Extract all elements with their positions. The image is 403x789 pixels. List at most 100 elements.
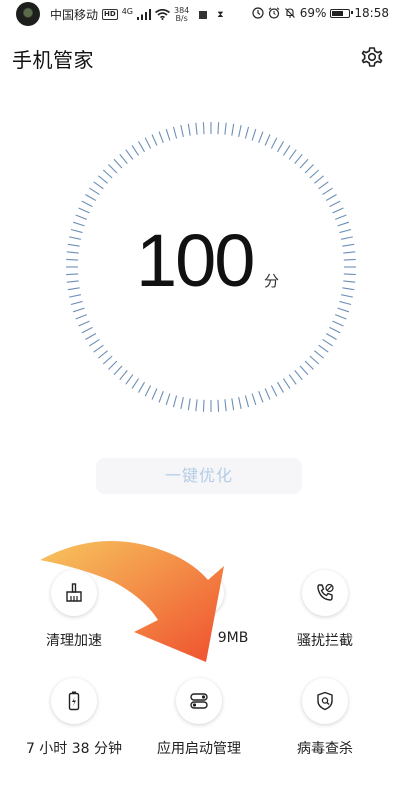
ring-tick bbox=[314, 350, 325, 359]
ring-tick bbox=[172, 126, 178, 139]
shield-search-icon bbox=[302, 678, 348, 724]
ring-tick bbox=[66, 251, 79, 254]
ring-tick bbox=[277, 381, 284, 393]
page-title: 手机管家 bbox=[12, 48, 94, 72]
ring-tick bbox=[89, 338, 100, 347]
ring-tick bbox=[309, 355, 320, 365]
status-bar: 中国移动 HD 4G 384 B/s ⧗ 69% 18:58 bbox=[0, 0, 403, 28]
ring-tick bbox=[69, 294, 82, 298]
ring-tick bbox=[81, 200, 93, 208]
ring-tick bbox=[180, 125, 184, 138]
tile-cleanup[interactable]: 清理加速 bbox=[14, 570, 134, 650]
settings-button[interactable] bbox=[359, 44, 385, 70]
ring-tick bbox=[66, 258, 79, 261]
ring-tick bbox=[72, 307, 85, 313]
ring-tick bbox=[97, 175, 108, 184]
ring-tick bbox=[72, 221, 85, 227]
toggle-switches-icon bbox=[176, 678, 222, 724]
ring-tick bbox=[342, 243, 355, 247]
battery-percent: 69% bbox=[299, 6, 327, 20]
score-unit: 分 bbox=[264, 272, 280, 290]
ring-tick bbox=[131, 145, 140, 156]
signal-icon bbox=[136, 9, 151, 20]
status-left: 中国移动 HD 4G 384 B/s ⧗ bbox=[50, 6, 224, 23]
ring-tick bbox=[93, 344, 104, 353]
ring-tick bbox=[270, 385, 278, 397]
ring-tick bbox=[339, 300, 352, 306]
ring-tick bbox=[332, 207, 344, 214]
tile-harassment-block[interactable]: 骚扰拦截 bbox=[265, 570, 385, 650]
ring-tick bbox=[288, 149, 297, 160]
ring-tick bbox=[339, 228, 352, 234]
ring-tick bbox=[138, 141, 145, 153]
ring-tick bbox=[238, 396, 242, 409]
network-speed-unit: B/s bbox=[175, 13, 188, 23]
tile-app-launch[interactable]: 应用启动管理 bbox=[139, 678, 259, 758]
tile-label: 病毒查杀 bbox=[297, 741, 353, 757]
ring-tick bbox=[195, 399, 198, 412]
ring-tick bbox=[244, 395, 250, 408]
ring-tick bbox=[78, 320, 90, 327]
ring-tick bbox=[334, 314, 347, 320]
tile-virus-scan[interactable]: 病毒查杀 bbox=[265, 678, 385, 758]
ring-tick bbox=[144, 137, 152, 149]
tile-battery[interactable]: 7 小时 38 分钟 bbox=[14, 678, 134, 758]
ring-tick bbox=[251, 128, 257, 141]
ring-tick bbox=[165, 128, 171, 141]
ring-tick bbox=[93, 181, 104, 190]
ring-tick bbox=[258, 390, 264, 403]
ring-tick bbox=[187, 398, 191, 411]
ring-tick bbox=[238, 125, 242, 138]
optimize-button[interactable]: 一键优化 bbox=[96, 458, 302, 494]
ring-tick bbox=[195, 122, 198, 135]
ring-tick bbox=[325, 194, 337, 201]
ring-tick bbox=[125, 149, 134, 160]
mute-bell-icon bbox=[284, 8, 295, 18]
ring-tick bbox=[81, 326, 93, 334]
tile-label: 骚扰拦截 bbox=[297, 633, 353, 649]
tile-label: 应用启动管理 bbox=[157, 741, 241, 757]
ring-tick bbox=[165, 393, 171, 406]
ring-tick bbox=[125, 374, 134, 385]
hd-badge: HD bbox=[102, 9, 118, 20]
ring-tick bbox=[69, 236, 82, 240]
ring-tick bbox=[342, 287, 355, 291]
tile-data-usage[interactable]: 9MB bbox=[141, 570, 261, 646]
ring-tick bbox=[337, 307, 350, 313]
ring-tick bbox=[288, 374, 297, 385]
ring-tick bbox=[75, 214, 88, 220]
ring-tick bbox=[322, 187, 333, 196]
ring-tick bbox=[264, 134, 271, 146]
ring-tick bbox=[340, 294, 353, 298]
ring-tick bbox=[294, 153, 303, 164]
ring-tick bbox=[325, 333, 337, 340]
tile-label: 9MB bbox=[217, 630, 249, 646]
ring-tick bbox=[75, 314, 88, 320]
network-type: 4G bbox=[121, 6, 133, 16]
ring-tick bbox=[251, 393, 257, 406]
ring-tick bbox=[244, 126, 250, 139]
ring-tick bbox=[202, 122, 205, 135]
ring-tick bbox=[343, 280, 356, 283]
ring-tick bbox=[131, 378, 140, 389]
ring-tick bbox=[102, 355, 113, 365]
wifi-icon bbox=[154, 9, 170, 20]
data-traffic-icon bbox=[178, 570, 224, 616]
ring-tick bbox=[85, 333, 97, 340]
tile-label: 7 小时 38 分钟 bbox=[25, 741, 123, 757]
notification-square-icon bbox=[199, 10, 208, 19]
ring-tick bbox=[158, 390, 164, 403]
ring-tick bbox=[97, 350, 108, 359]
ring-tick bbox=[67, 287, 80, 291]
ring-tick bbox=[282, 378, 291, 389]
ring-tick bbox=[78, 207, 90, 214]
clock: 18:58 bbox=[354, 6, 389, 20]
ring-tick bbox=[108, 360, 118, 370]
ring-tick bbox=[138, 381, 145, 393]
ring-tick bbox=[85, 194, 97, 201]
ring-tick bbox=[304, 164, 314, 174]
battery-fill bbox=[332, 10, 343, 16]
alarm-icon bbox=[268, 7, 280, 19]
tile-label: 清理加速 bbox=[46, 633, 102, 649]
network-speed: 384 B/s bbox=[174, 6, 189, 23]
